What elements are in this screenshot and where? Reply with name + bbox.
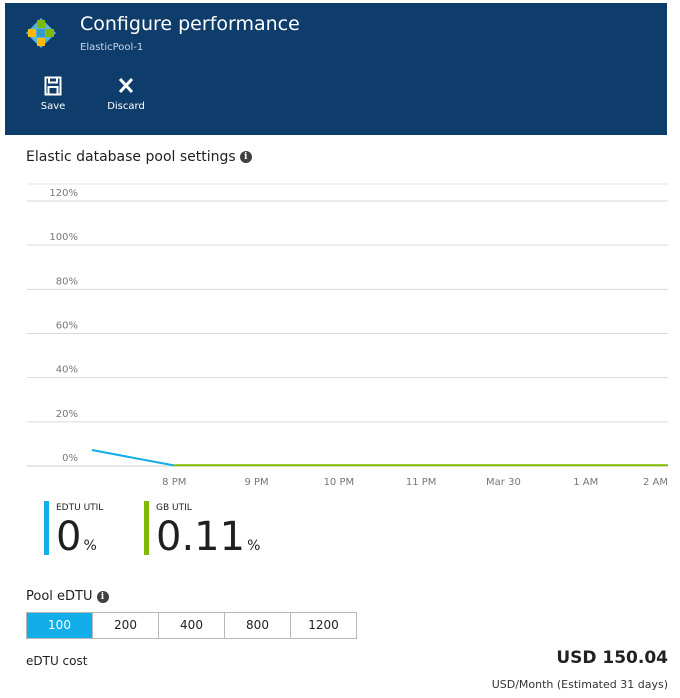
- x-tick-label: 9 PM: [244, 477, 268, 488]
- metric-color-bar: [144, 501, 149, 555]
- pool-edtu-label: Pool eDTU i: [26, 589, 109, 604]
- edtu-cost-label: eDTU cost: [26, 654, 88, 668]
- utilization-chart: 120% 100% 80% 60% 40% 20% 0% 8 PM 9 PM 10 PM 11 PM…: [27, 183, 668, 488]
- pool-edtu-selector: 100 200 400 800 1200: [26, 612, 357, 639]
- series-line-edtu-util: [91, 449, 175, 467]
- edtu-option-200[interactable]: 200: [92, 613, 158, 638]
- x-tick-label: 11 PM: [406, 477, 437, 488]
- y-tick-label: 0%: [62, 453, 78, 464]
- metric-number: 0.11: [156, 514, 246, 560]
- x-tick-label: Mar 30: [486, 477, 521, 488]
- edtu-option-100[interactable]: 100: [27, 613, 92, 638]
- info-icon[interactable]: i: [96, 590, 109, 603]
- metric-unit: %: [83, 538, 97, 554]
- edtu-cost-note: USD/Month (Estimated 31 days): [491, 678, 668, 691]
- y-tick-label: 120%: [49, 188, 78, 199]
- x-tick-label: 1 AM: [573, 477, 598, 488]
- y-tick-label: 20%: [56, 409, 78, 420]
- metric-color-bar: [44, 501, 49, 555]
- edtu-option-1200[interactable]: 1200: [290, 613, 356, 638]
- metric-number: 0: [56, 514, 82, 560]
- x-tick-label: 10 PM: [324, 477, 355, 488]
- metric-unit: %: [247, 538, 261, 554]
- y-tick-label: 60%: [56, 321, 78, 332]
- pool-edtu-label-text: Pool eDTU: [26, 589, 93, 604]
- edtu-option-800[interactable]: 800: [224, 613, 290, 638]
- y-tick-label: 40%: [56, 365, 78, 376]
- metric-value: 0.11%: [156, 515, 260, 568]
- metric-label: GB UTIL: [156, 503, 192, 513]
- metric-label: EDTU UTIL: [56, 503, 104, 513]
- x-tick-label: 8 PM: [162, 477, 186, 488]
- y-tick-label: 80%: [56, 276, 78, 287]
- metric-value: 0%: [56, 515, 97, 568]
- x-tick-label: 2 AM: [643, 477, 668, 488]
- edtu-option-400[interactable]: 400: [158, 613, 224, 638]
- edtu-cost-value: USD 150.04: [556, 648, 668, 668]
- y-tick-label: 100%: [49, 232, 78, 243]
